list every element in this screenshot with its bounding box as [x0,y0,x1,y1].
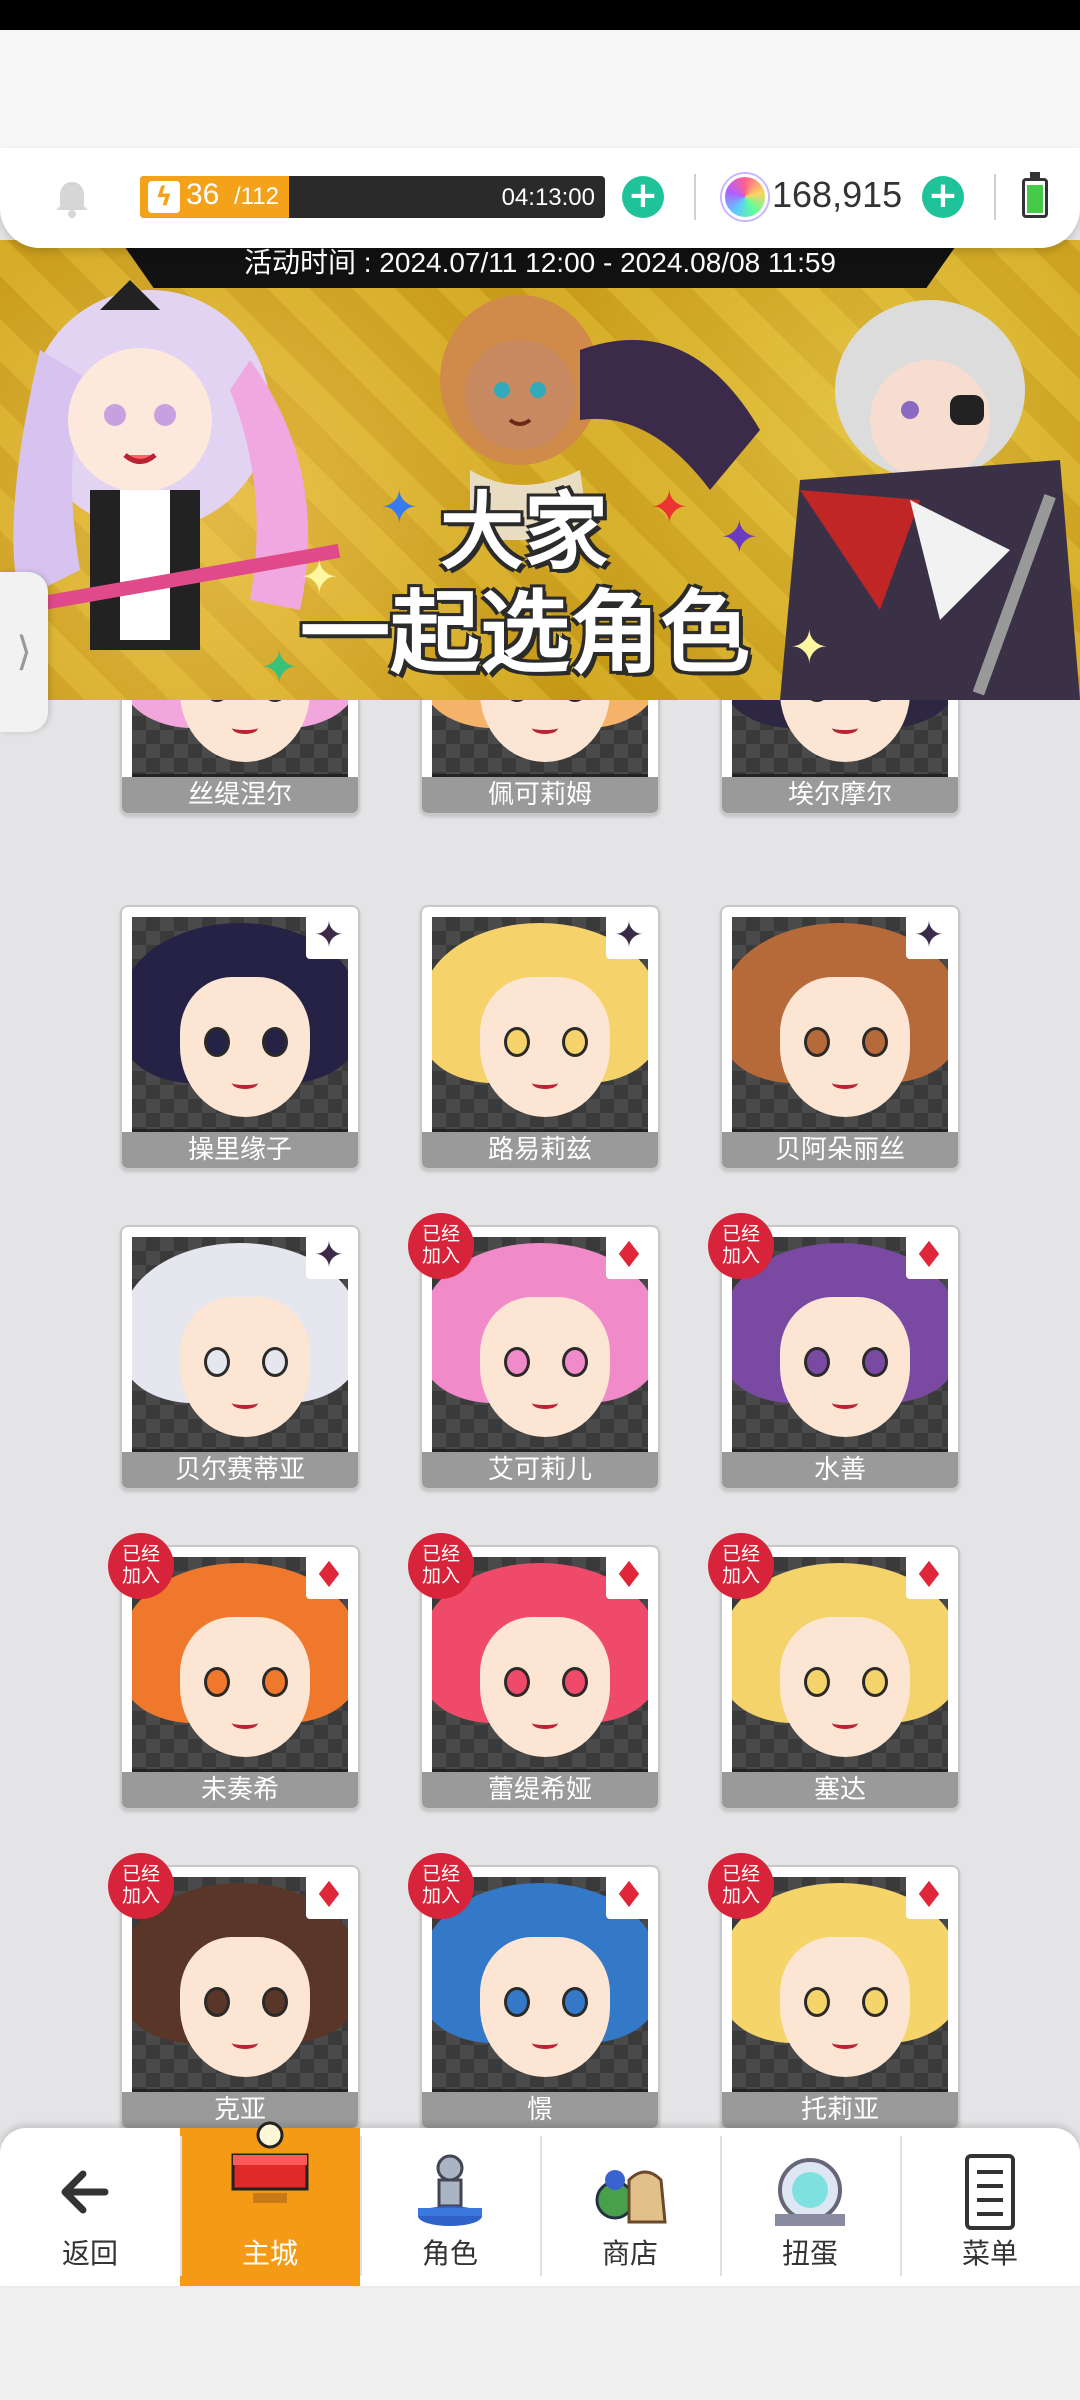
system-home-bar [0,2286,1080,2400]
character-portrait: ★★★★★ [432,700,648,780]
rainbow-gem-icon [722,174,768,220]
sparkle-icon: ✦ [720,510,759,564]
nav-gacha[interactable]: 扭蛋 [720,2128,900,2286]
character-card[interactable]: ★★★★★✦贝阿朵丽丝 [720,905,960,1170]
stamina-current: 36 [186,178,220,211]
bell-icon[interactable] [50,176,94,220]
nav-home-label: 主城 [241,2237,298,2270]
diamond-suit-icon: ♦ [606,1873,652,1919]
nav-characters[interactable]: 角色 [360,2128,540,2286]
nav-gacha-label: 扭蛋 [781,2237,838,2270]
character-name: 蕾缇希娅 [422,1772,658,1808]
joined-badge: 已经 加入 [408,1533,474,1599]
character-card[interactable]: ★★★★★♦已经加入塞达 [708,1533,960,1810]
nav-characters-label: 角色 [421,2237,478,2270]
character-name: 艾可莉儿 [422,1452,658,1488]
sparkle-icon: ✦ [260,640,299,694]
joined-badge: 已经 加入 [108,1853,174,1919]
event-banner[interactable]: ✦ ✦ ✦ ✦ ✦ ✦ 大家 一起选角色 活动时间 : 2024.07/11 1… [0,240,1080,700]
lightning-icon: ϟ [148,181,180,213]
nav-menu[interactable]: 菜单 [900,2128,1080,2286]
character-card[interactable]: ★★★★★佩可莉姆 [420,700,660,815]
character-card[interactable]: ★★★★★✦贝尔赛蒂亚 [120,1225,360,1490]
gacha-machine-icon [775,2158,845,2226]
gem-count: 168,915 [772,174,903,215]
diamond-suit-icon: ♦ [606,1233,652,1279]
character-card[interactable]: ★★★★★✦路易莉兹 [420,905,660,1170]
character-card[interactable]: ★★★★★♦已经加入憬 [408,1853,660,2130]
diamond-suit-icon: ♦ [306,1553,352,1599]
divider [994,174,996,220]
add-gems-button[interactable]: + [922,176,964,218]
castle-icon [231,2121,309,2203]
character-name: 托莉亚 [722,2092,958,2128]
nav-back[interactable]: 返回 [0,2128,180,2286]
character-card[interactable]: ★★★★★♦已经加入克亚 [108,1853,360,2130]
character-card[interactable]: ★★★★★✦操里缘子 [120,905,360,1170]
character-name: 贝阿朵丽丝 [722,1132,958,1168]
banner-title-line2: 一起选角色 [300,581,750,686]
side-drawer-tab[interactable]: ⟩ [0,572,48,732]
bottom-navigation: 返回 主城 角色 商店 扭蛋 菜单 [0,2121,1080,2286]
character-statue-icon [418,2154,482,2226]
diamond-suit-icon: ♦ [906,1553,952,1599]
dark-sparkle-icon: ✦ [606,913,652,959]
nav-shop-label: 商店 [601,2237,658,2270]
character-card[interactable]: ★★★★★♦已经加入蕾缇希娅 [408,1533,660,1810]
joined-badge: 已经 加入 [108,1533,174,1599]
nav-menu-label: 菜单 [961,2237,1018,2270]
character-card[interactable]: ★★★★★♦已经加入艾可莉儿 [408,1213,660,1490]
character-name: 憬 [422,2092,658,2128]
character-name: 塞达 [722,1772,958,1808]
diamond-suit-icon: ♦ [906,1233,952,1279]
divider [694,174,696,220]
back-arrow-icon [61,2170,109,2214]
stamina-max: /112 [234,183,279,210]
nav-home[interactable]: 主城 [180,2121,360,2286]
character-card[interactable]: ★★★★★埃尔摩尔 [720,700,960,815]
character-card[interactable]: ★★★★★♦已经加入托莉亚 [708,1853,960,2130]
character-name: 路易莉兹 [422,1132,658,1168]
battery-icon [1022,178,1048,218]
character-name: 丝缇涅尔 [122,777,358,813]
character-card[interactable]: ★★★★★丝缇涅尔 [120,700,360,815]
add-stamina-button[interactable]: + [622,176,664,218]
dark-sparkle-icon: ✦ [306,1233,352,1279]
joined-badge: 已经 加入 [708,1853,774,1919]
nav-shop[interactable]: 商店 [540,2128,720,2286]
character-portrait: ★★★★★ [732,700,948,780]
character-name: 水善 [722,1452,958,1488]
character-name: 未奏希 [122,1772,358,1808]
sparkle-icon: ✦ [650,480,689,534]
dark-sparkle-icon: ✦ [906,913,952,959]
character-name: 操里缘子 [122,1132,358,1168]
character-name: 埃尔摩尔 [722,777,958,813]
resource-bar: ϟ 36 /112 04:13:00 + 168,915 + [0,148,1080,248]
status-bar [0,0,1080,30]
joined-badge: 已经 加入 [408,1213,474,1279]
character-card[interactable]: ★★★★★♦已经加入未奏希 [108,1533,360,1810]
dark-sparkle-icon: ✦ [306,913,352,959]
nav-back-label: 返回 [61,2237,118,2270]
stamina-timer: 04:13:00 [501,184,595,211]
sparkle-icon: ✦ [380,480,419,534]
character-portrait: ★★★★★ [132,700,348,780]
shop-bag-icon [595,2170,667,2224]
joined-badge: 已经 加入 [408,1853,474,1919]
character-grid: ★★★★★丝缇涅尔★★★★★佩可莉姆★★★★★埃尔摩尔★★★★★✦操里缘子★★★… [0,700,1080,2130]
joined-badge: 已经 加入 [708,1533,774,1599]
character-name: 贝尔赛蒂亚 [122,1452,358,1488]
joined-badge: 已经 加入 [708,1213,774,1279]
diamond-suit-icon: ♦ [306,1873,352,1919]
diamond-suit-icon: ♦ [606,1553,652,1599]
diamond-suit-icon: ♦ [906,1873,952,1919]
character-card[interactable]: ★★★★★♦已经加入水善 [708,1213,960,1490]
sparkle-icon: ✦ [790,620,829,674]
character-name: 佩可莉姆 [422,777,658,813]
menu-list-icon [965,2154,1015,2230]
stamina-bar: ϟ 36 /112 04:13:00 [140,176,605,218]
